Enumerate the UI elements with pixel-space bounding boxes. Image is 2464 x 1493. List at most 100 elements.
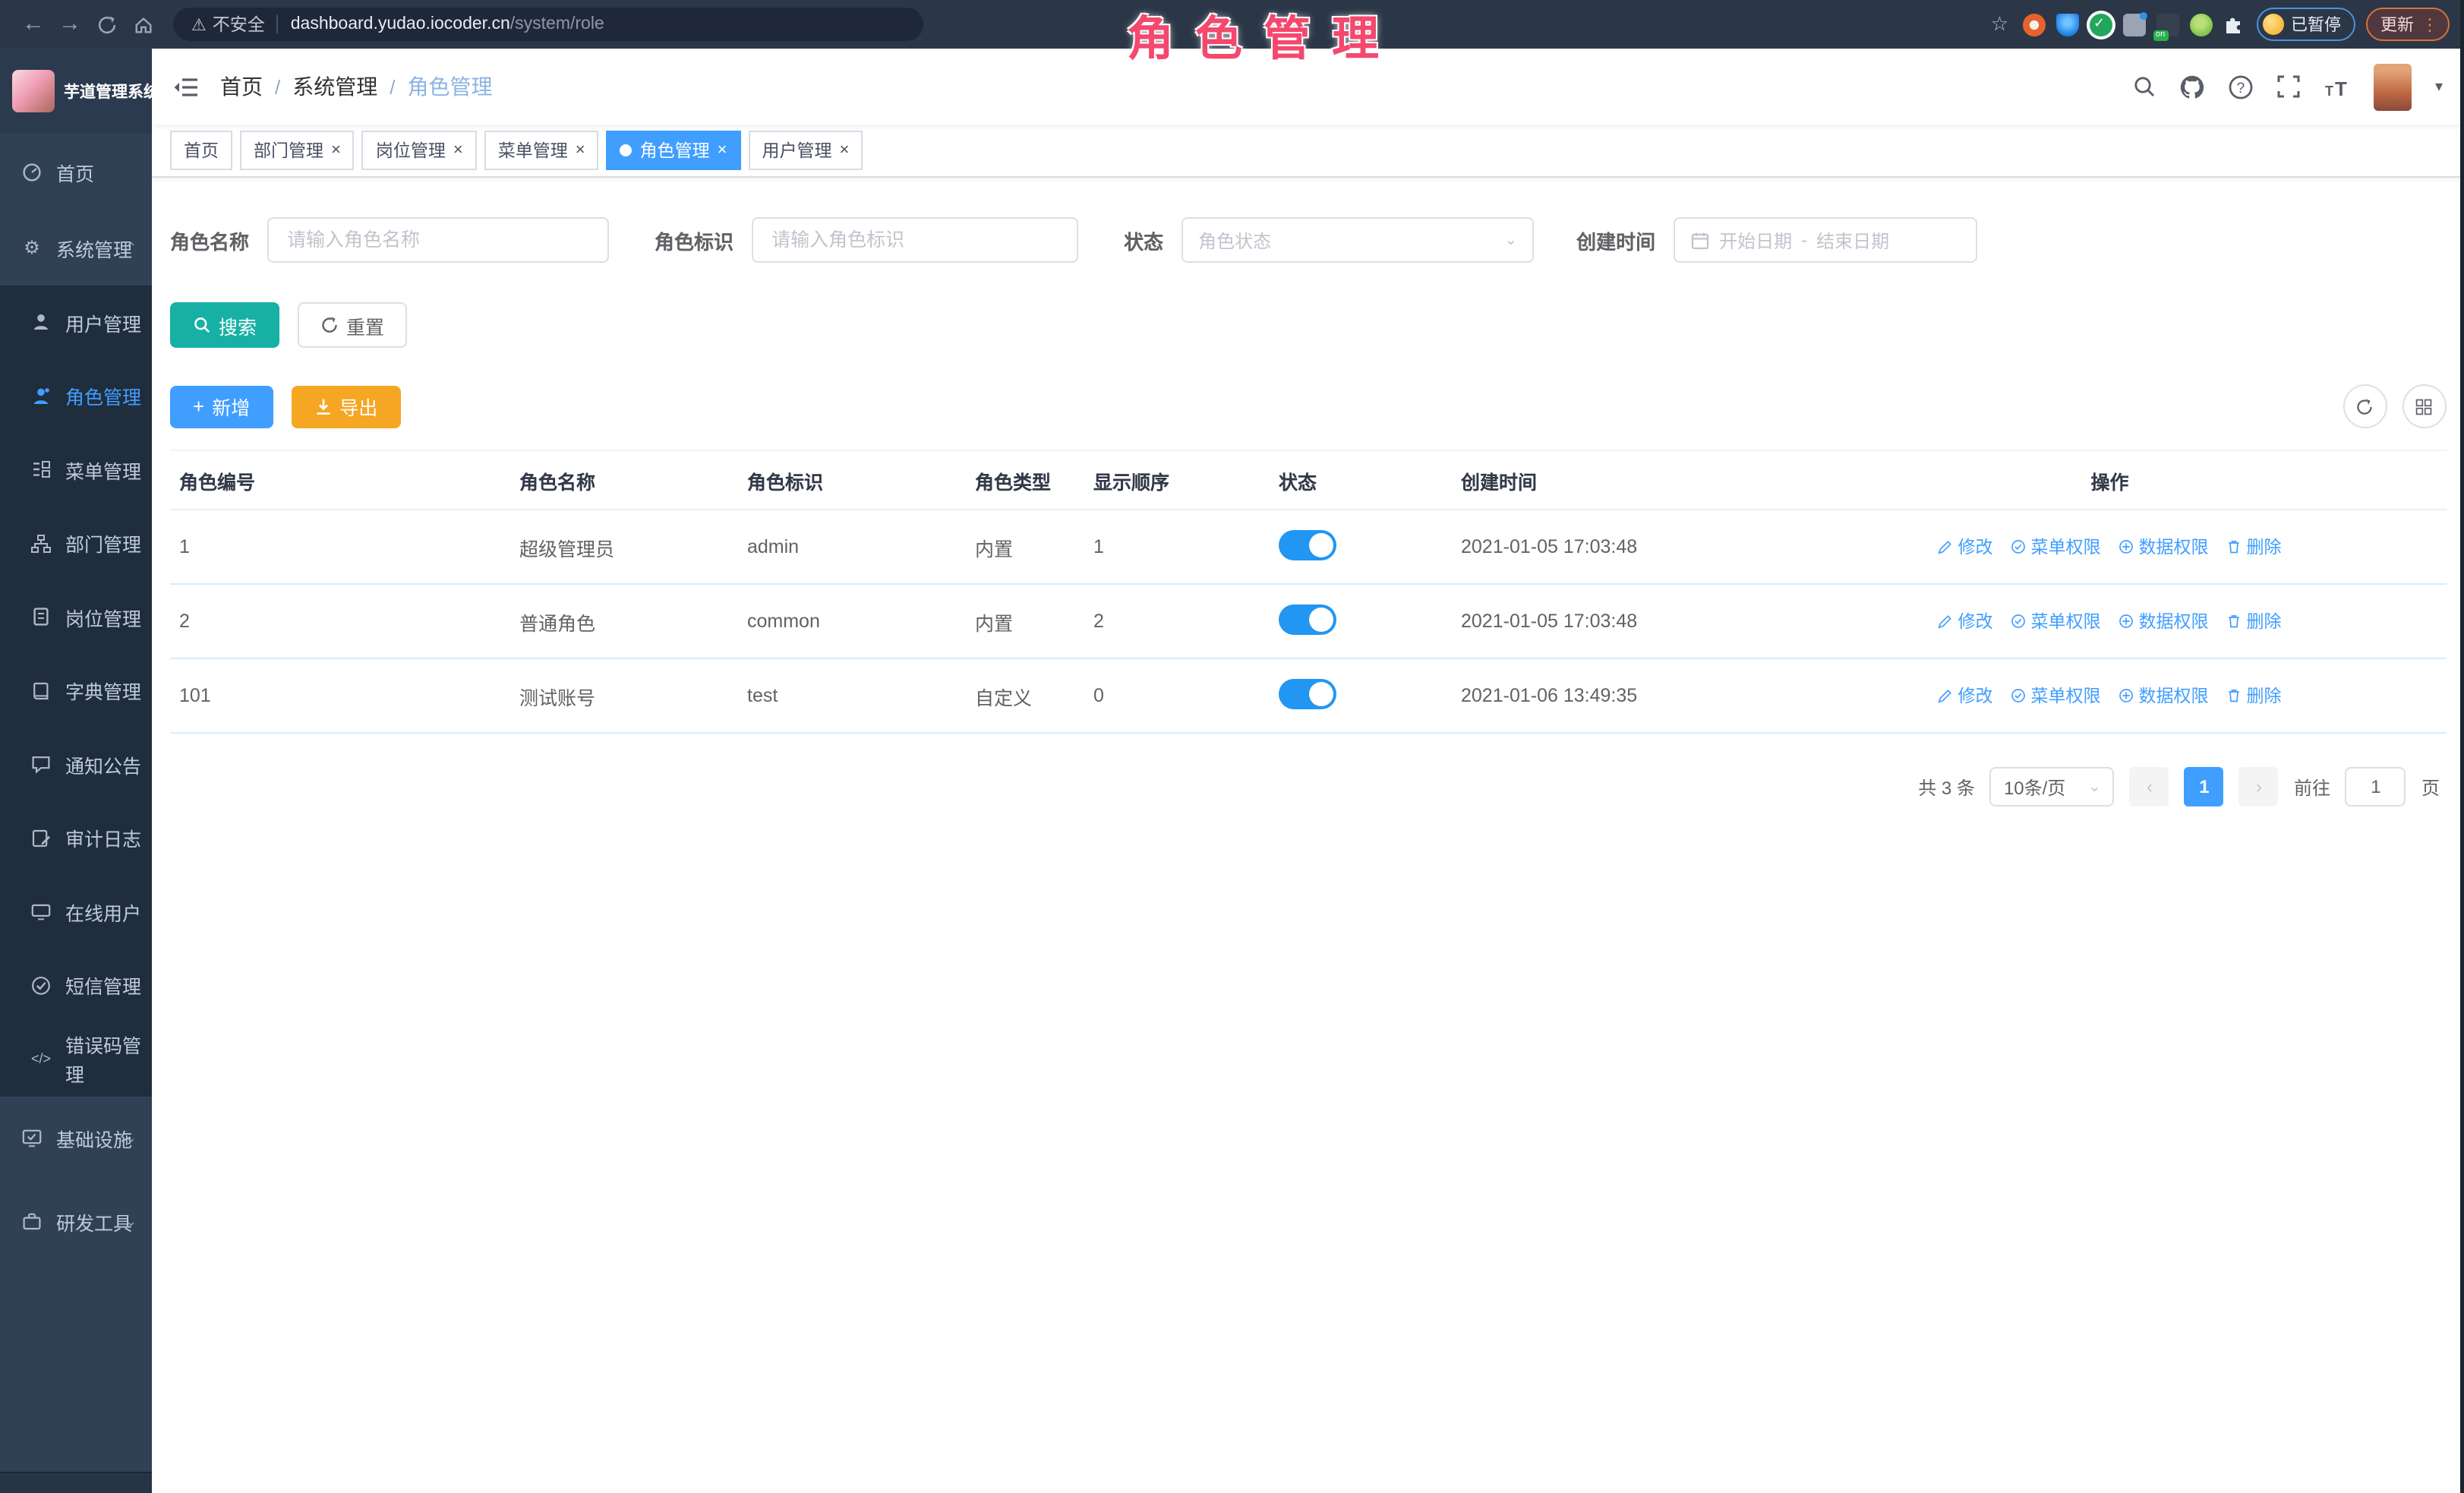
close-icon[interactable]: ×: [453, 141, 463, 159]
address-bar[interactable]: ⚠ 不安全 dashboard.yudao.iocoder.cn /system…: [173, 8, 923, 41]
status-select[interactable]: 角色状态 ⌄: [1182, 217, 1534, 263]
sidebar-item-users[interactable]: 用户管理: [0, 286, 152, 359]
tab-menus[interactable]: 菜单管理 ×: [484, 131, 599, 170]
export-button[interactable]: 导出: [291, 385, 400, 428]
status-toggle[interactable]: [1279, 678, 1336, 709]
close-icon[interactable]: ×: [331, 141, 341, 159]
next-page-button[interactable]: ›: [2239, 767, 2279, 806]
delete-link[interactable]: 删除: [2227, 683, 2282, 708]
search-icon[interactable]: [2133, 74, 2157, 99]
status-toggle[interactable]: [1279, 604, 1336, 634]
sidebar-item-error-codes[interactable]: </> 错误码管理: [0, 1022, 152, 1096]
close-icon[interactable]: ×: [840, 141, 850, 159]
sidebar-item-system[interactable]: ⚙ 系统管理 ⌃: [0, 210, 152, 286]
cell-role-key: admin: [738, 510, 966, 584]
menu-permission-link[interactable]: 菜单权限: [2011, 683, 2101, 708]
reset-button-label: 重置: [346, 311, 384, 339]
sidebar-item-roles[interactable]: 角色管理: [0, 359, 152, 433]
menu-permission-link[interactable]: 菜单权限: [2011, 609, 2101, 633]
sidebar-collapse-bar[interactable]: [0, 1472, 152, 1493]
breadcrumb-current: 角色管理: [408, 71, 493, 102]
extension-icon-green-check[interactable]: ✓: [2089, 13, 2112, 36]
reset-button[interactable]: 重置: [298, 302, 407, 348]
column-settings-button[interactable]: [2402, 384, 2446, 428]
collapse-sidebar-icon[interactable]: [173, 75, 199, 98]
start-date-placeholder: 开始日期: [1719, 227, 1792, 253]
page-size-select[interactable]: 10条/页 ⌄: [1990, 767, 2115, 806]
sidebar-item-departments[interactable]: 部门管理: [0, 507, 152, 580]
edit-link[interactable]: 修改: [1939, 609, 1993, 633]
extension-icon-grey[interactable]: [2122, 13, 2145, 36]
menu-permission-link[interactable]: 菜单权限: [2011, 535, 2101, 559]
bookmark-star-icon[interactable]: ☆: [1991, 12, 2008, 36]
sidebar-item-notices[interactable]: 通知公告: [0, 728, 152, 801]
app-logo-row[interactable]: 芋道管理系统: [0, 49, 152, 134]
breadcrumb-section[interactable]: 系统管理: [292, 71, 377, 102]
delete-link[interactable]: 删除: [2227, 535, 2282, 559]
add-button[interactable]: + 新增: [170, 385, 273, 428]
sidebar-item-audit-log[interactable]: 审计日志 ⌄: [0, 801, 152, 875]
role-name-input-wrap: [267, 217, 609, 263]
sidebar-item-infrastructure[interactable]: 基础设施 ⌄: [0, 1096, 152, 1179]
kebab-menu-icon[interactable]: ⋮: [2421, 14, 2438, 34]
sidebar-item-online-users[interactable]: 在线用户: [0, 875, 152, 949]
font-size-icon[interactable]: TT: [2324, 75, 2352, 98]
search-button[interactable]: 搜索: [170, 302, 279, 348]
tab-departments[interactable]: 部门管理 ×: [240, 131, 355, 170]
user-avatar[interactable]: [2374, 63, 2412, 110]
edit-link[interactable]: 修改: [1939, 683, 1993, 708]
date-range-picker[interactable]: 开始日期 - 结束日期: [1674, 217, 1977, 263]
data-permission-link[interactable]: 数据权限: [2119, 683, 2209, 708]
delete-link[interactable]: 删除: [2227, 609, 2282, 633]
chevron-down-icon[interactable]: ▾: [2435, 78, 2443, 95]
close-icon[interactable]: ×: [576, 141, 585, 159]
toggle-knob: [1309, 607, 1333, 631]
data-permission-label: 数据权限: [2139, 683, 2209, 708]
cell-role-key: test: [738, 658, 966, 733]
browser-update-button[interactable]: 更新 ⋮: [2365, 8, 2449, 41]
extension-icon-orange[interactable]: [2022, 13, 2045, 36]
back-icon[interactable]: ←: [15, 0, 52, 49]
sidebar-item-menus[interactable]: 菜单管理: [0, 433, 152, 507]
help-icon[interactable]: ?: [2229, 74, 2254, 99]
data-permission-link[interactable]: 数据权限: [2119, 609, 2209, 633]
refresh-table-button[interactable]: [2343, 384, 2387, 428]
extension-icon-dark[interactable]: on: [2156, 13, 2178, 36]
prev-page-button[interactable]: ‹: [2130, 767, 2169, 806]
extension-icon-blue-shield[interactable]: [2055, 13, 2078, 36]
extensions-puzzle-icon[interactable]: [2223, 13, 2245, 36]
home-icon[interactable]: [125, 0, 161, 49]
tab-roles[interactable]: 角色管理 ×: [607, 131, 741, 170]
breadcrumb-separator: /: [390, 75, 395, 98]
sidebar-item-sms[interactable]: 短信管理 ⌄: [0, 949, 152, 1022]
tab-users[interactable]: 用户管理 ×: [749, 131, 863, 170]
role-key-input-wrap: [752, 217, 1078, 263]
tab-home[interactable]: 首页: [170, 131, 232, 170]
profile-paused-pill[interactable]: 已暂停: [2256, 8, 2355, 41]
breadcrumb-home[interactable]: 首页: [220, 71, 263, 102]
cell-sort: 2: [1084, 584, 1270, 658]
calendar-icon: [1690, 230, 1710, 250]
sidebar-item-dictionary[interactable]: 字典管理: [0, 654, 152, 728]
role-key-input[interactable]: [768, 228, 1062, 252]
sidebar-item-home[interactable]: 首页: [0, 134, 152, 210]
extension-icon-monster[interactable]: [2189, 13, 2212, 36]
goto-page-input[interactable]: [2346, 767, 2406, 806]
data-permission-link[interactable]: 数据权限: [2119, 535, 2209, 559]
svg-text:T: T: [2336, 77, 2348, 98]
sidebar-item-dev-tools[interactable]: 研发工具 ⌄: [0, 1179, 152, 1263]
page-1-button[interactable]: 1: [2185, 767, 2224, 806]
tab-posts[interactable]: 岗位管理 ×: [362, 131, 477, 170]
status-toggle[interactable]: [1279, 529, 1336, 560]
tab-label: 部门管理: [254, 138, 323, 163]
reload-icon[interactable]: [88, 0, 125, 49]
role-name-input[interactable]: [284, 228, 592, 252]
window-scrollbar[interactable]: [2459, 0, 2464, 1493]
forward-icon[interactable]: →: [52, 0, 88, 49]
sidebar-item-posts[interactable]: 岗位管理: [0, 580, 152, 654]
github-icon[interactable]: [2180, 74, 2206, 99]
edit-link[interactable]: 修改: [1939, 535, 1993, 559]
toggle-knob: [1309, 532, 1333, 557]
close-icon[interactable]: ×: [718, 141, 727, 159]
fullscreen-icon[interactable]: [2277, 74, 2302, 99]
